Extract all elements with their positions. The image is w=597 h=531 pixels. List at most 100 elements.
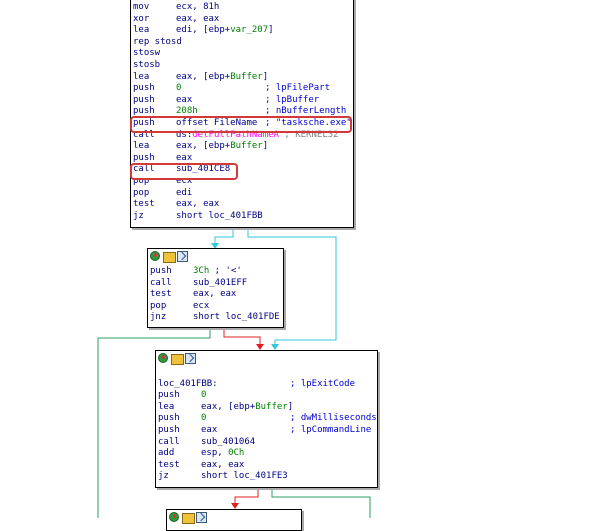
asm-line[interactable]: test eax, eax [133,199,597,211]
operand-number: 0 [201,413,207,424]
mnemonic: call [150,277,172,288]
asm-line[interactable]: add esp, 0Ch [158,448,597,460]
asm-line[interactable]: mov ecx, 81h [133,2,597,14]
mnemonic: pop [133,187,150,198]
comment: ; lpExitCode [290,378,356,389]
asm-line[interactable] [158,367,597,379]
asm-line[interactable]: loc_401FBB: ; lpExitCode [158,379,597,391]
operand: eax, eax [176,14,219,26]
operand: esp, 0Ch [201,448,244,460]
operand-number: 0 [176,83,182,94]
operand: 0 [201,413,206,425]
operand-variable: var_207 [230,25,269,36]
operand-text: ecx, 81h [176,2,220,12]
mnemonic: add [158,448,175,459]
mnemonic: lea [133,141,150,152]
operand-text: short loc_401FE3 [201,471,288,482]
operand-variable: Buffer [230,71,263,82]
operand-text: eax, eax [176,199,220,210]
asm-line[interactable]: push 3Ch ; '<' [150,266,597,278]
asm-line[interactable]: pop edi [133,188,597,200]
operand: short loc_401FDE [193,312,280,324]
mnemonic: pop [150,300,167,311]
code-block-main[interactable]: mov ecx, 81h xor eax, eax lea edi, [ebp+var_2… [130,0,354,228]
operand: ecx, 81h [176,2,219,14]
operand: eax, [ebp+Buffer] [176,141,268,153]
asm-line[interactable]: push eax ; lpBuffer [133,95,597,107]
asm-line[interactable]: lea edi, [ebp+var_207] [133,25,597,37]
graph-node-icon[interactable] [150,251,160,261]
operand-text: eax, [ebp+ [176,71,231,82]
code-block-loc-401fbb[interactable]: loc_401FBB: ; lpExitCode push 0 lea eax, [ebp… [155,350,378,488]
operand-number: 0Ch [228,448,245,459]
operand: eax [176,95,192,107]
mnemonic: test [133,199,155,210]
edit-icon[interactable] [163,252,176,263]
edit-icon[interactable] [171,354,184,365]
asm-line[interactable]: call sub_401064 [158,437,597,449]
operand: eax, eax [176,199,219,211]
asm-line[interactable]: pop ecx [150,301,597,313]
asm-line[interactable]: jz short loc_401FBB [133,211,597,223]
graph-node-icon[interactable] [169,512,179,522]
code-block-next[interactable] [166,509,302,531]
asm-line[interactable]: test eax, eax [158,460,597,472]
asm-line[interactable]: call sub_401EFF [150,278,597,290]
asm-line[interactable]: xor eax, eax [133,14,597,26]
asm-line[interactable]: push 0 [158,390,597,402]
asm-line[interactable]: stosb [133,60,597,72]
block-header [156,351,377,367]
operand-text: edi [176,187,193,198]
operand-text: eax, [ebp+ [201,401,256,412]
edit-icon[interactable] [182,513,195,524]
operand: 0 [176,83,181,95]
comment: ; lpBuffer [265,94,320,105]
asm-line[interactable]: lea eax, [ebp+Buffer] [158,402,597,414]
edge-b2-b3 [223,328,261,346]
mnemonic: xor [133,13,150,24]
mnemonic: jz [133,210,144,221]
comment-char: ; '<' [209,266,242,276]
jump-icon[interactable] [185,353,196,364]
operand-text: eax [201,425,218,435]
jump-icon[interactable] [177,251,188,262]
asm-line[interactable]: push 0 ; lpFilePart [133,83,597,95]
operand: 0 [201,390,206,402]
asm-line[interactable]: push eax ; lpCommandLine [158,425,597,437]
operand-number: 0 [201,390,207,401]
asm-line[interactable]: test eax, eax [150,289,597,301]
operand-text: eax, [ebp+ [176,141,231,152]
operand-text: ecx [193,300,210,311]
operand-number: 208h [176,106,198,117]
operand-text: ] [268,25,274,36]
asm-line[interactable]: rep stosd [133,37,597,49]
mnemonic: lea [133,71,150,82]
asm-line[interactable]: jz short loc_401FE3 [158,471,597,483]
operand: 3Ch ; '<' [193,266,242,278]
operand: eax, eax [201,460,244,472]
operand: short loc_401FE3 [201,471,288,483]
asm-line[interactable]: lea eax, [ebp+Buffer] [133,141,597,153]
mnemonic: rep stosd [133,36,182,47]
mnemonic: stosb [133,60,161,70]
code-block-branch[interactable]: push 3Ch ; '<' call sub_401EFF test eax, eax p… [147,248,284,328]
graph-node-icon[interactable] [158,353,168,363]
asm-line[interactable]: stosw [133,48,597,60]
operand-text: ] [287,401,294,412]
operand-text: short loc_401FDE [193,312,280,323]
comment: ; dwMilliseconds [290,413,377,424]
operand: eax, [ebp+Buffer] [176,72,268,84]
asm-line[interactable]: push 0 ; dwMilliseconds [158,413,597,425]
comment: ; lpFilePart [265,83,331,94]
highlight-filename [130,116,352,133]
mnemonic: push [150,266,172,276]
mnemonic: test [150,289,172,300]
mnemonic: stosw [133,48,161,59]
asm-line[interactable]: lea eax, [ebp+Buffer] [133,72,597,84]
mnemonic: test [158,459,180,470]
operand: eax, eax [193,289,236,301]
mnemonic: lea [158,401,175,412]
asm-line[interactable]: jnz short loc_401FDE [150,312,597,324]
mnemonic: push [133,83,155,94]
mnemonic: push [158,390,180,401]
